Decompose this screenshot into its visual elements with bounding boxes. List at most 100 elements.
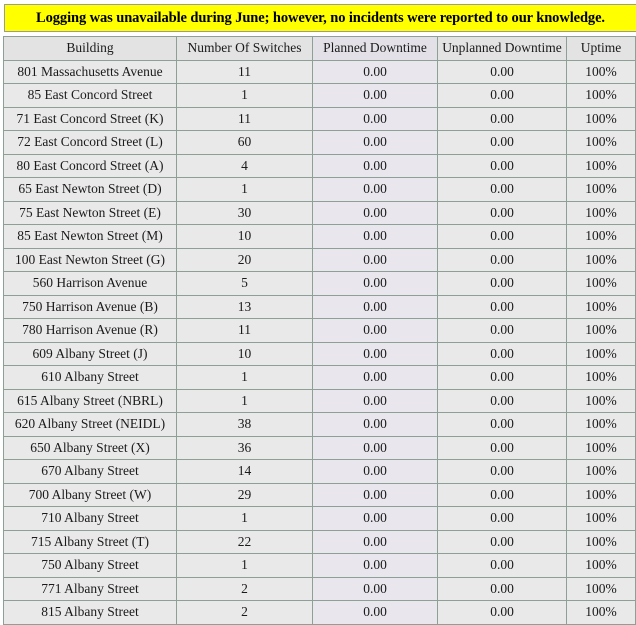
- cell-building: 801 Massachusetts Avenue: [4, 60, 176, 83]
- table-row: 609 Albany Street (J) 10 0.00 0.00 100%: [4, 342, 635, 365]
- cell-uptime: 100%: [567, 601, 635, 624]
- cell-uptime: 100%: [567, 131, 635, 154]
- cell-unplanned-downtime: 0.00: [438, 483, 566, 506]
- cell-planned-downtime: 0.00: [313, 107, 437, 130]
- cell-building: 780 Harrison Avenue (R): [4, 319, 176, 342]
- cell-number-of-switches: 29: [177, 483, 312, 506]
- cell-unplanned-downtime: 0.00: [438, 554, 566, 577]
- cell-unplanned-downtime: 0.00: [438, 154, 566, 177]
- table-row: 560 Harrison Avenue 5 0.00 0.00 100%: [4, 272, 635, 295]
- table-header: Building Number Of Switches Planned Down…: [4, 37, 635, 60]
- cell-uptime: 100%: [567, 342, 635, 365]
- cell-uptime: 100%: [567, 366, 635, 389]
- table-row: 620 Albany Street (NEIDL) 38 0.00 0.00 100%: [4, 413, 635, 436]
- cell-planned-downtime: 0.00: [313, 60, 437, 83]
- table-row: 801 Massachusetts Avenue 11 0.00 0.00 100%: [4, 60, 635, 83]
- table-row: 815 Albany Street 2 0.00 0.00 100%: [4, 601, 635, 624]
- cell-planned-downtime: 0.00: [313, 554, 437, 577]
- cell-planned-downtime: 0.00: [313, 577, 437, 600]
- cell-planned-downtime: 0.00: [313, 272, 437, 295]
- cell-planned-downtime: 0.00: [313, 413, 437, 436]
- cell-planned-downtime: 0.00: [313, 319, 437, 342]
- cell-number-of-switches: 1: [177, 507, 312, 530]
- cell-unplanned-downtime: 0.00: [438, 413, 566, 436]
- cell-number-of-switches: 2: [177, 577, 312, 600]
- cell-building: 85 East Newton Street (M): [4, 225, 176, 248]
- cell-number-of-switches: 10: [177, 342, 312, 365]
- cell-planned-downtime: 0.00: [313, 131, 437, 154]
- cell-uptime: 100%: [567, 413, 635, 436]
- cell-building: 620 Albany Street (NEIDL): [4, 413, 176, 436]
- cell-planned-downtime: 0.00: [313, 436, 437, 459]
- cell-unplanned-downtime: 0.00: [438, 84, 566, 107]
- table-row: 615 Albany Street (NBRL) 1 0.00 0.00 100%: [4, 389, 635, 412]
- cell-uptime: 100%: [567, 389, 635, 412]
- table-row: 750 Harrison Avenue (B) 13 0.00 0.00 100%: [4, 295, 635, 318]
- cell-unplanned-downtime: 0.00: [438, 601, 566, 624]
- cell-planned-downtime: 0.00: [313, 154, 437, 177]
- cell-planned-downtime: 0.00: [313, 483, 437, 506]
- table-row: 65 East Newton Street (D) 1 0.00 0.00 100%: [4, 178, 635, 201]
- column-header-number-of-switches: Number Of Switches: [177, 37, 312, 60]
- cell-unplanned-downtime: 0.00: [438, 507, 566, 530]
- cell-building: 80 East Concord Street (A): [4, 154, 176, 177]
- cell-building: 609 Albany Street (J): [4, 342, 176, 365]
- cell-number-of-switches: 30: [177, 201, 312, 224]
- cell-building: 71 East Concord Street (K): [4, 107, 176, 130]
- cell-uptime: 100%: [567, 295, 635, 318]
- cell-number-of-switches: 11: [177, 107, 312, 130]
- cell-unplanned-downtime: 0.00: [438, 389, 566, 412]
- cell-building: 65 East Newton Street (D): [4, 178, 176, 201]
- cell-unplanned-downtime: 0.00: [438, 60, 566, 83]
- cell-uptime: 100%: [567, 319, 635, 342]
- table-row: 610 Albany Street 1 0.00 0.00 100%: [4, 366, 635, 389]
- cell-number-of-switches: 60: [177, 131, 312, 154]
- table-row: 700 Albany Street (W) 29 0.00 0.00 100%: [4, 483, 635, 506]
- cell-number-of-switches: 38: [177, 413, 312, 436]
- cell-number-of-switches: 1: [177, 84, 312, 107]
- cell-planned-downtime: 0.00: [313, 389, 437, 412]
- cell-unplanned-downtime: 0.00: [438, 295, 566, 318]
- cell-uptime: 100%: [567, 577, 635, 600]
- table-header-row: Building Number Of Switches Planned Down…: [4, 37, 635, 60]
- cell-unplanned-downtime: 0.00: [438, 436, 566, 459]
- switch-uptime-table-container: Building Number Of Switches Planned Down…: [3, 36, 636, 625]
- cell-unplanned-downtime: 0.00: [438, 131, 566, 154]
- cell-building: 715 Albany Street (T): [4, 530, 176, 553]
- cell-building: 72 East Concord Street (L): [4, 131, 176, 154]
- cell-uptime: 100%: [567, 178, 635, 201]
- cell-building: 100 East Newton Street (G): [4, 248, 176, 271]
- cell-uptime: 100%: [567, 107, 635, 130]
- cell-number-of-switches: 1: [177, 366, 312, 389]
- cell-building: 670 Albany Street: [4, 460, 176, 483]
- cell-number-of-switches: 10: [177, 225, 312, 248]
- cell-planned-downtime: 0.00: [313, 460, 437, 483]
- column-header-unplanned-downtime: Unplanned Downtime: [438, 37, 566, 60]
- cell-number-of-switches: 2: [177, 601, 312, 624]
- table-row: 100 East Newton Street (G) 20 0.00 0.00 100%: [4, 248, 635, 271]
- cell-planned-downtime: 0.00: [313, 342, 437, 365]
- cell-building: 710 Albany Street: [4, 507, 176, 530]
- cell-number-of-switches: 13: [177, 295, 312, 318]
- cell-number-of-switches: 14: [177, 460, 312, 483]
- cell-uptime: 100%: [567, 483, 635, 506]
- column-header-building: Building: [4, 37, 176, 60]
- cell-building: 610 Albany Street: [4, 366, 176, 389]
- cell-planned-downtime: 0.00: [313, 507, 437, 530]
- cell-number-of-switches: 11: [177, 60, 312, 83]
- cell-uptime: 100%: [567, 272, 635, 295]
- cell-unplanned-downtime: 0.00: [438, 107, 566, 130]
- logging-notice-banner: Logging was unavailable during June; how…: [4, 4, 636, 32]
- cell-number-of-switches: 36: [177, 436, 312, 459]
- cell-planned-downtime: 0.00: [313, 84, 437, 107]
- table-row: 85 East Concord Street 1 0.00 0.00 100%: [4, 84, 635, 107]
- cell-building: 560 Harrison Avenue: [4, 272, 176, 295]
- table-row: 710 Albany Street 1 0.00 0.00 100%: [4, 507, 635, 530]
- cell-unplanned-downtime: 0.00: [438, 178, 566, 201]
- cell-planned-downtime: 0.00: [313, 248, 437, 271]
- table-row: 80 East Concord Street (A) 4 0.00 0.00 100%: [4, 154, 635, 177]
- cell-number-of-switches: 1: [177, 389, 312, 412]
- cell-planned-downtime: 0.00: [313, 178, 437, 201]
- table-row: 715 Albany Street (T) 22 0.00 0.00 100%: [4, 530, 635, 553]
- table-row: 750 Albany Street 1 0.00 0.00 100%: [4, 554, 635, 577]
